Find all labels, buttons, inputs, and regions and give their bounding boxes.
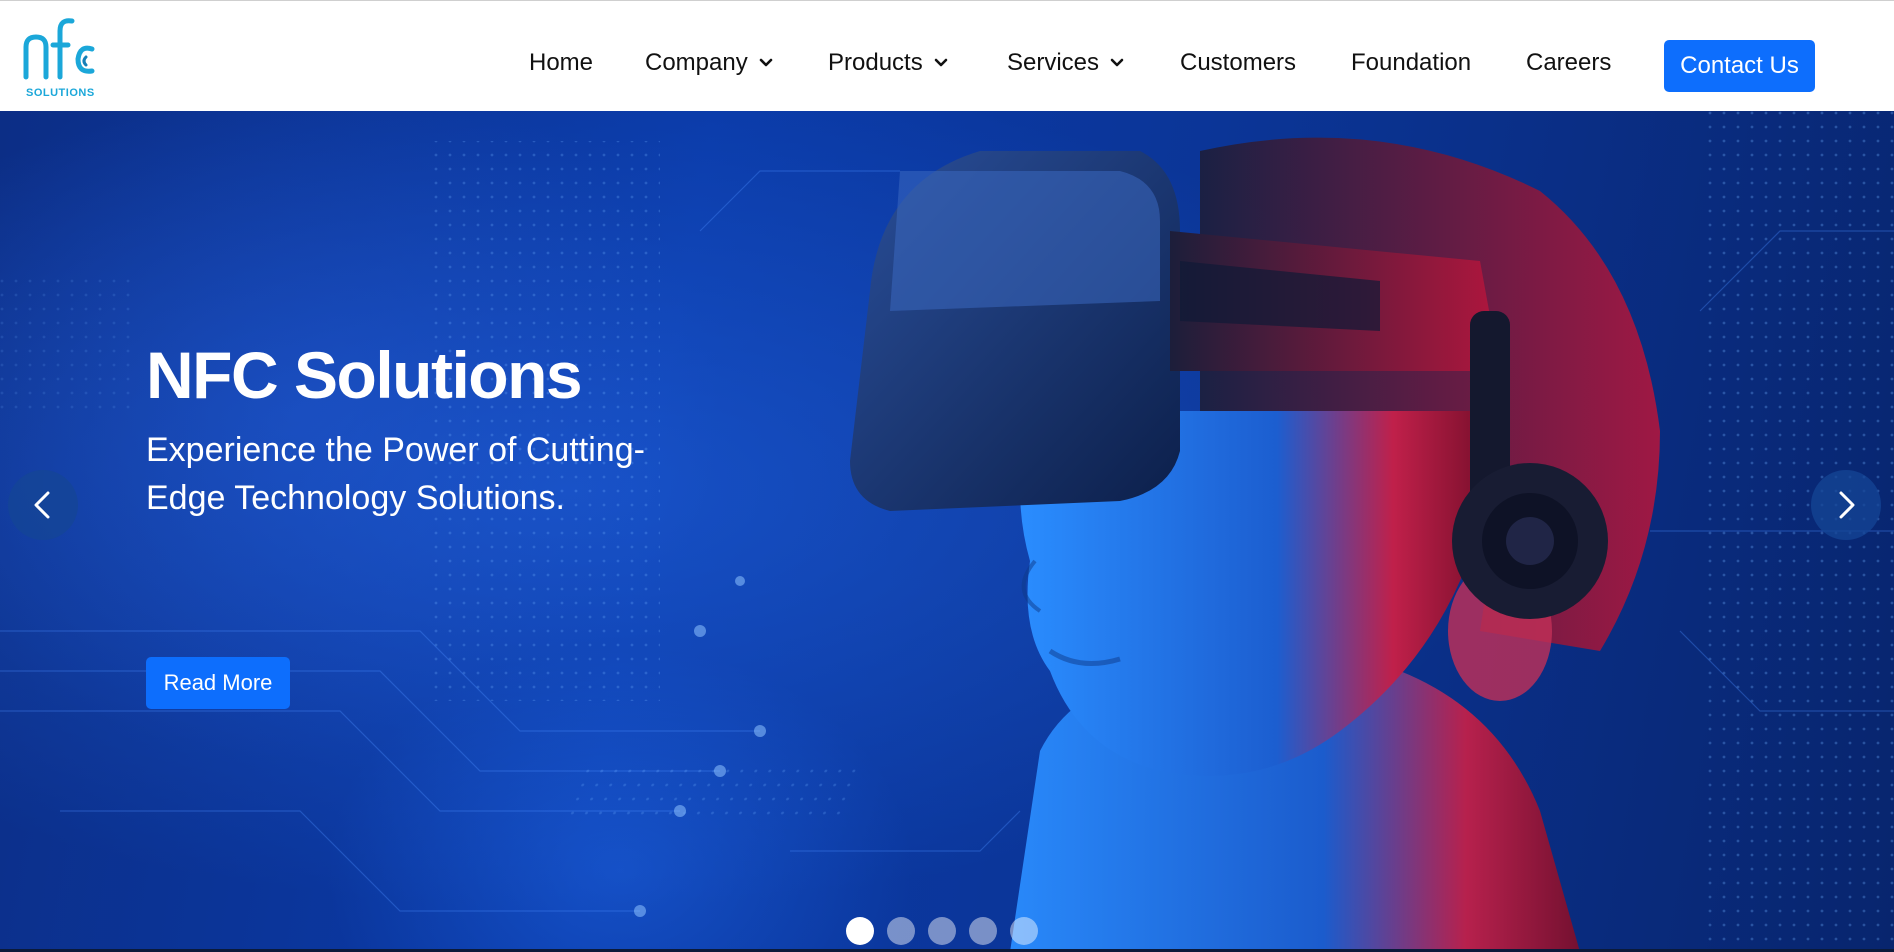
nav-item-label: Home — [529, 49, 594, 76]
main-nav: Home Company Products Services Customers… — [0, 1, 1894, 111]
nav-item-label: Company — [645, 49, 748, 76]
nav-item-label: Careers — [1526, 49, 1612, 76]
slider-next-button[interactable] — [1811, 470, 1881, 540]
vr-headset-person-image — [850, 137, 1660, 952]
slider-dot-3[interactable] — [928, 917, 956, 945]
slider-dot-1[interactable] — [846, 917, 874, 945]
slider-dot-2[interactable] — [887, 917, 915, 945]
nav-item-products[interactable]: Products — [828, 49, 949, 77]
hero-title: NFC Solutions — [146, 338, 583, 412]
nav-item-careers[interactable]: Careers — [1526, 49, 1611, 77]
slider-dot-5[interactable] — [1010, 917, 1038, 945]
slider-prev-button[interactable] — [8, 470, 78, 540]
nav-item-label: Foundation — [1351, 49, 1472, 76]
chevron-down-icon — [759, 58, 773, 67]
nav-item-label: Services — [1007, 49, 1100, 76]
slider-pagination — [846, 917, 1038, 945]
chevron-left-icon — [34, 491, 50, 519]
nav-item-label: Products — [828, 49, 923, 76]
nav-item-foundation[interactable]: Foundation — [1351, 49, 1471, 77]
slider-dot-4[interactable] — [969, 917, 997, 945]
hero-slider: NFC Solutions Experience the Power of Cu… — [0, 111, 1894, 952]
chevron-down-icon — [1110, 58, 1124, 67]
hero-content: NFC Solutions Experience the Power of Cu… — [146, 338, 746, 709]
hero-subtitle: Experience the Power of Cutting-Edge Tec… — [146, 430, 645, 517]
chevron-right-icon — [1839, 491, 1855, 519]
nav-item-customers[interactable]: Customers — [1180, 49, 1296, 77]
site-header: SOLUTIONS Home Company Products Services… — [0, 1, 1894, 111]
read-more-button[interactable]: Read More — [146, 657, 290, 709]
nav-item-home[interactable]: Home — [529, 49, 593, 77]
nav-item-company[interactable]: Company — [645, 49, 774, 77]
chevron-down-icon — [934, 58, 948, 67]
nav-item-label: Customers — [1180, 49, 1297, 76]
nav-item-services[interactable]: Services — [1007, 49, 1125, 77]
contact-us-button[interactable]: Contact Us — [1664, 40, 1815, 92]
